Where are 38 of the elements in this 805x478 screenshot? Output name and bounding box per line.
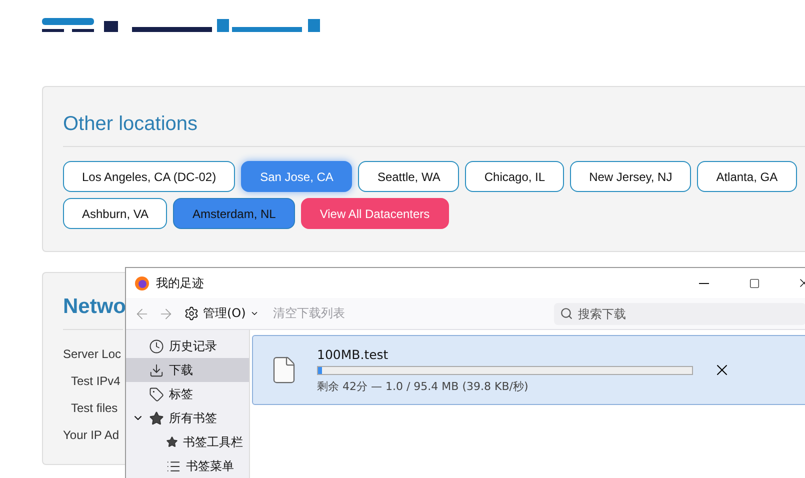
- location-button[interactable]: Amsterdam, NL: [173, 198, 295, 229]
- sidebar-item[interactable]: 历史记录: [126, 334, 249, 358]
- info-label: Test files: [71, 401, 118, 415]
- manage-menu-button[interactable]: 管理(O): [180, 303, 263, 324]
- star-icon: [149, 410, 164, 426]
- location-button[interactable]: San Jose, CA: [241, 161, 352, 192]
- section-title: Netwo: [63, 295, 126, 319]
- window-title: 我的足迹: [156, 274, 205, 292]
- settings-icon: [184, 306, 199, 321]
- minimize-icon: [699, 282, 709, 284]
- clock-icon: [149, 338, 164, 354]
- location-button[interactable]: Seattle, WA: [358, 161, 460, 192]
- download-item[interactable]: 100MB.test 剩余 42分 — 1.0 / 95.4 MB (39.8 KB/秒): [252, 335, 805, 405]
- section-title: Other locations: [63, 113, 198, 136]
- location-button[interactable]: Ashburn, VA: [63, 198, 168, 229]
- info-label: Server Loc: [63, 347, 122, 361]
- download-status: 剩余 42分 — 1.0 / 95.4 MB (39.8 KB/秒): [317, 378, 530, 394]
- location-button[interactable]: New Jersey, NJ: [570, 161, 692, 192]
- maximize-icon: [748, 278, 760, 288]
- caret-icon: [250, 309, 259, 318]
- star-icon: [166, 436, 178, 448]
- location-button[interactable]: Los Angeles, CA (DC-02): [63, 161, 236, 192]
- search-icon: [560, 306, 573, 320]
- search-field[interactable]: 搜索下载: [554, 302, 805, 324]
- sidebar-item[interactable]: 所有书签: [126, 406, 249, 430]
- sidebar-item[interactable]: 标签: [126, 382, 249, 406]
- view-all-button[interactable]: View All Datacenters: [300, 198, 449, 229]
- sidebar-item[interactable]: 书签菜单: [126, 454, 249, 478]
- info-label: Test IPv4: [71, 374, 120, 388]
- location-button[interactable]: Chicago, IL: [465, 161, 564, 192]
- file-name: 100MB.test: [317, 346, 390, 362]
- info-label: Your IP Ad: [63, 428, 120, 442]
- download-icon: [149, 362, 164, 378]
- tag-icon: [149, 386, 164, 402]
- sidebar-item[interactable]: 下载: [126, 358, 249, 382]
- browser-logo-icon: [134, 275, 150, 291]
- sidebar-item[interactable]: 书签工具栏: [126, 430, 249, 454]
- location-button[interactable]: Atlanta, GA: [697, 161, 797, 192]
